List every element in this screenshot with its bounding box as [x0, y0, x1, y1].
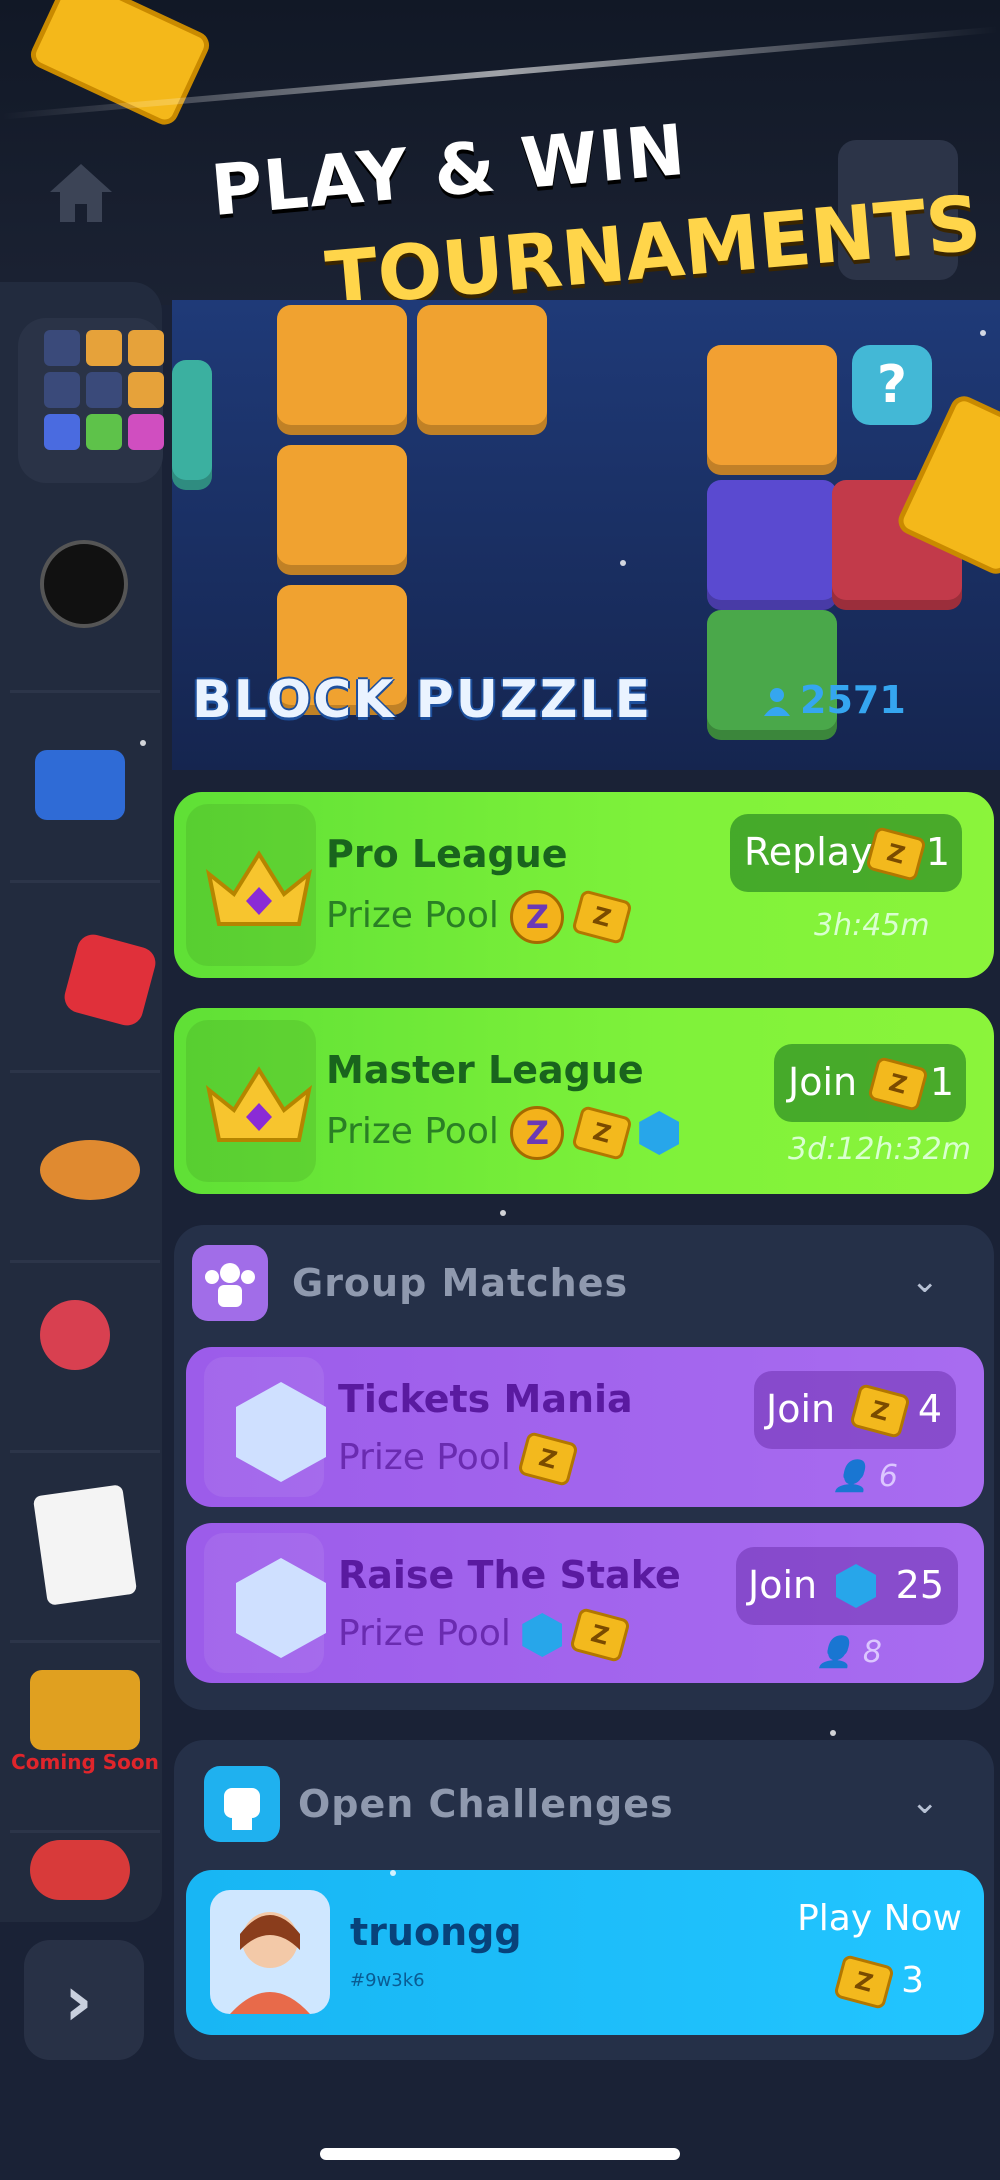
time-remaining: 3h:45m	[814, 908, 930, 943]
replay-button-label: Replay	[744, 830, 873, 874]
join-button-label: Join	[766, 1387, 836, 1431]
ticket-icon: Z	[570, 889, 633, 945]
billiards-icon	[40, 540, 128, 628]
prize-pool: Prize Pool Z Z	[326, 889, 633, 945]
group-icon	[192, 1245, 268, 1321]
gem-icon	[836, 1564, 876, 1608]
league-card-pro[interactable]: Pro League Prize Pool Z Z Replay Z 1 3h:…	[174, 792, 994, 978]
group-match-raise-the-stake[interactable]: Raise The Stake Prize Pool Z Join 25 👤 8	[186, 1523, 984, 1683]
chevron-down-icon[interactable]: ⌄	[911, 1261, 940, 1301]
hexagon-icon	[236, 1382, 326, 1482]
section-title: Open Challenges	[298, 1782, 674, 1826]
home-indicator[interactable]	[320, 2148, 680, 2160]
game-title: BLOCK PUZZLE	[192, 670, 653, 730]
gem-icon	[522, 1613, 563, 1657]
darts-icon	[40, 1300, 110, 1370]
tank-icon	[30, 1670, 140, 1750]
prize-pool-label: Prize Pool	[338, 1437, 511, 1478]
prize-pool: Prize Pool Z Z	[326, 1105, 680, 1161]
help-button[interactable]: ?	[852, 345, 932, 425]
z-coin-icon: Z	[510, 890, 565, 944]
match-name: Raise The Stake	[338, 1553, 681, 1597]
player-count: 👤 6	[832, 1459, 898, 1494]
crown-icon	[205, 1066, 313, 1142]
sidebar-item-dice[interactable]	[10, 880, 160, 1073]
ticket-cost: 1	[925, 830, 950, 874]
knockdown-icon	[40, 1140, 140, 1200]
crown-icon	[205, 850, 313, 926]
prize-pool: Prize Pool Z	[338, 1607, 631, 1663]
sidebar-item-billiards[interactable]	[10, 500, 160, 693]
join-button[interactable]: Join 25	[736, 1547, 958, 1625]
prize-pool-label: Prize Pool	[338, 1613, 511, 1654]
dice-icon	[61, 931, 159, 1029]
league-card-master[interactable]: Master League Prize Pool Z Z Join Z 1 3d…	[174, 1008, 994, 1194]
chevron-down-icon[interactable]: ⌄	[911, 1782, 940, 1822]
challenger-username: truongg	[350, 1910, 522, 1954]
challenge-card[interactable]: truongg #9w3k6 Play Now Z 3	[186, 1870, 984, 2035]
match-icon	[204, 1357, 326, 1497]
match-icon	[204, 1533, 326, 1673]
slots-icon[interactable]	[30, 1840, 130, 1900]
prize-pool-label: Prize Pool	[326, 895, 499, 936]
join-button[interactable]: Join Z 1	[774, 1044, 966, 1122]
entry-cost: Z 3	[832, 1954, 924, 2010]
sidebar-item-darts[interactable]	[10, 1260, 160, 1453]
ticket-icon: Z	[867, 1056, 929, 1112]
fist-icon	[204, 1766, 280, 1842]
z-coin-icon: Z	[510, 1106, 565, 1160]
challenger-tag: #9w3k6	[350, 1970, 425, 1991]
chevron-right-icon: ›	[64, 1960, 93, 2042]
ticket-icon: Z	[568, 1607, 631, 1663]
ticket-icon: Z	[849, 1383, 911, 1439]
join-button-label: Join	[788, 1060, 858, 1104]
ticket-cost: 4	[917, 1387, 942, 1431]
player-count-value: 2571	[800, 678, 906, 722]
play-now-button[interactable]: Play Now	[797, 1898, 962, 1939]
home-icon[interactable]	[46, 160, 116, 226]
league-icon	[186, 1020, 316, 1182]
league-icon	[186, 804, 316, 966]
gem-icon	[639, 1111, 680, 1155]
sidebar-item-cannon[interactable]	[10, 690, 160, 883]
open-challenges-section: Open Challenges ⌄ truongg #9w3k6 Play No…	[174, 1740, 994, 2060]
player-count: 👤 8	[816, 1635, 882, 1670]
ticket-cost: 1	[929, 1060, 954, 1104]
person-icon	[762, 681, 792, 716]
solitaire-icon	[32, 1484, 138, 1606]
sidebar-item-knockdown[interactable]	[10, 1070, 160, 1263]
sidebar-item-tank[interactable]	[10, 1640, 160, 1833]
replay-button[interactable]: Replay Z 1	[730, 814, 962, 892]
cannon-icon	[35, 750, 125, 820]
group-matches-section: Group Matches ⌄ Tickets Mania Prize Pool…	[174, 1225, 994, 1710]
join-button-label: Join	[748, 1563, 818, 1607]
match-name: Tickets Mania	[338, 1377, 633, 1421]
join-button[interactable]: Join Z 4	[754, 1371, 956, 1449]
section-title: Group Matches	[292, 1261, 629, 1305]
sidebar-item-solitaire[interactable]	[10, 1450, 160, 1643]
block-puzzle-icon	[44, 330, 164, 450]
ticket-icon: Z	[865, 826, 927, 882]
league-name: Master League	[326, 1048, 644, 1092]
prize-pool-label: Prize Pool	[326, 1111, 499, 1152]
prize-pool: Prize Pool Z	[338, 1431, 580, 1487]
ticket-icon: Z	[517, 1431, 580, 1487]
avatar	[210, 1890, 330, 2014]
time-remaining: 3d:12h:32m	[788, 1132, 971, 1167]
league-name: Pro League	[326, 832, 568, 876]
ticket-icon: Z	[570, 1105, 633, 1161]
player-count: 2571	[762, 678, 906, 722]
gem-cost: 25	[895, 1563, 944, 1607]
ticket-icon: Z	[832, 1954, 895, 2010]
hexagon-icon	[236, 1558, 326, 1658]
sidebar-next-button[interactable]: ›	[24, 1940, 144, 2060]
group-match-tickets-mania[interactable]: Tickets Mania Prize Pool Z Join Z 4 👤 6	[186, 1347, 984, 1507]
coming-soon-label: Coming Soon	[11, 1750, 159, 1774]
